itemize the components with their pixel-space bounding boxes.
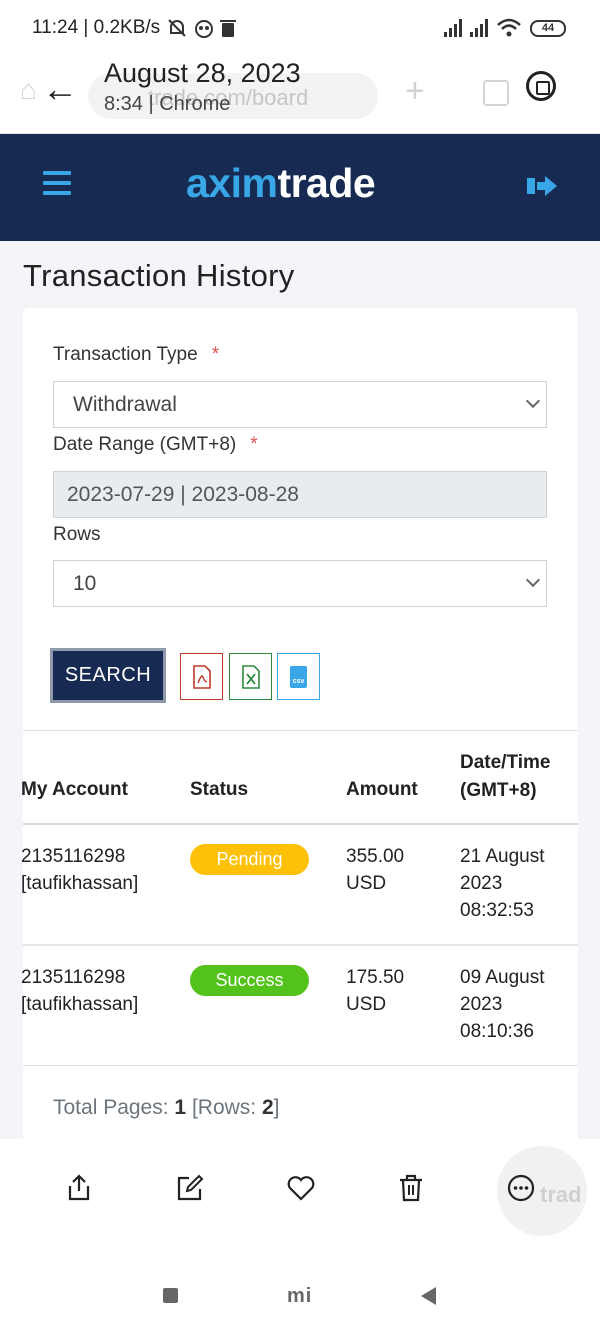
col-header-status[interactable]: Status bbox=[190, 776, 248, 804]
status-bar: 11:24 | 0.2KB/s 44 bbox=[0, 0, 600, 58]
date-range-label: Date Range (GMT+8) * bbox=[53, 434, 258, 455]
bottom-toolbar: trad bbox=[0, 1139, 600, 1249]
rows-label: Rows bbox=[53, 524, 101, 545]
chevron-down-icon bbox=[525, 572, 541, 588]
date-range-input[interactable]: 2023-07-29 | 2023-08-28 bbox=[53, 471, 547, 518]
pagination-summary: Total Pages: 1 [Rows: 2] bbox=[53, 1096, 280, 1119]
heart-icon[interactable] bbox=[286, 1173, 316, 1203]
status-badge: Pending bbox=[190, 844, 309, 875]
csv-icon: csv bbox=[290, 665, 307, 688]
rotate-icon[interactable] bbox=[526, 71, 556, 101]
signal-icon bbox=[444, 19, 462, 37]
status-badge: Success bbox=[190, 965, 309, 996]
rows-select[interactable]: 10 bbox=[53, 560, 547, 607]
page-subtitle: 8:34 | Chrome bbox=[104, 93, 231, 115]
trash-status-icon bbox=[220, 20, 237, 37]
trash-icon[interactable] bbox=[396, 1173, 426, 1203]
status-time: 11:24 | 0.2KB/s bbox=[32, 17, 161, 38]
table-row-2-account: 2135116298 [taufikhassan] bbox=[21, 967, 139, 1015]
mute-bell-icon bbox=[168, 19, 186, 37]
page-title: Transaction History bbox=[23, 258, 295, 293]
new-tab-icon: + bbox=[405, 72, 425, 110]
battery-icon: 44 bbox=[530, 19, 566, 37]
table-row-1-datetime: 21 August 2023 08:32:53 bbox=[460, 846, 545, 921]
site-header: aximtrade bbox=[0, 134, 600, 241]
divider bbox=[23, 730, 578, 731]
logout-icon[interactable] bbox=[525, 173, 559, 199]
export-pdf-button[interactable] bbox=[180, 653, 223, 700]
table-row-1-amount: 355.00 USD bbox=[346, 846, 405, 894]
excel-icon bbox=[241, 664, 260, 689]
menu-icon[interactable] bbox=[43, 171, 71, 199]
back-arrow-icon[interactable]: ← bbox=[42, 68, 78, 110]
pdf-icon bbox=[192, 664, 211, 689]
divider bbox=[23, 944, 578, 946]
fab-logo-text: trad bbox=[540, 1182, 582, 1207]
page-title-date: August 28, 2023 bbox=[104, 58, 301, 88]
wifi-icon bbox=[497, 18, 521, 37]
search-button[interactable]: SEARCH bbox=[50, 648, 166, 703]
panda-icon bbox=[195, 20, 214, 38]
col-header-amount[interactable]: Amount bbox=[346, 776, 418, 804]
tabs-icon bbox=[483, 80, 509, 106]
export-excel-button[interactable] bbox=[229, 653, 272, 700]
main-content: Transaction History Transaction Type * Wi… bbox=[0, 241, 600, 1148]
recents-icon[interactable] bbox=[163, 1288, 178, 1303]
chevron-down-icon bbox=[525, 393, 541, 409]
table-row-1-account: 2135116298 [taufikhassan] bbox=[21, 846, 139, 894]
edit-icon[interactable] bbox=[175, 1173, 205, 1203]
divider bbox=[23, 823, 578, 825]
divider bbox=[23, 1065, 578, 1066]
home-icon: ⌂ bbox=[20, 74, 37, 105]
browser-header: ⌂ trade.com/board + ← August 28, 2023 8:… bbox=[0, 58, 600, 134]
table-row-2-amount: 175.50 USD bbox=[346, 967, 405, 1015]
logo-part-1: axim bbox=[186, 160, 278, 206]
signal-icon-2 bbox=[470, 19, 488, 37]
export-csv-button[interactable]: csv bbox=[277, 653, 320, 700]
col-header-datetime[interactable]: Date/Time (GMT+8) bbox=[460, 749, 550, 805]
transaction-type-label: Transaction Type * bbox=[53, 344, 220, 365]
logo-part-2: trade bbox=[277, 160, 376, 206]
table-row-2-datetime: 09 August 2023 08:10:36 bbox=[460, 967, 545, 1042]
back-icon[interactable] bbox=[421, 1287, 436, 1305]
transaction-type-select[interactable]: Withdrawal bbox=[53, 381, 547, 428]
more-icon[interactable] bbox=[506, 1173, 536, 1203]
system-nav-bar: mi bbox=[0, 1249, 600, 1333]
share-icon[interactable] bbox=[64, 1173, 94, 1203]
transaction-card: Transaction Type * Withdrawal Date Range … bbox=[21, 308, 578, 1148]
col-header-account[interactable]: My Account bbox=[21, 776, 128, 804]
home-button[interactable]: mi bbox=[287, 1285, 312, 1308]
logo[interactable]: aximtrade bbox=[186, 160, 376, 207]
